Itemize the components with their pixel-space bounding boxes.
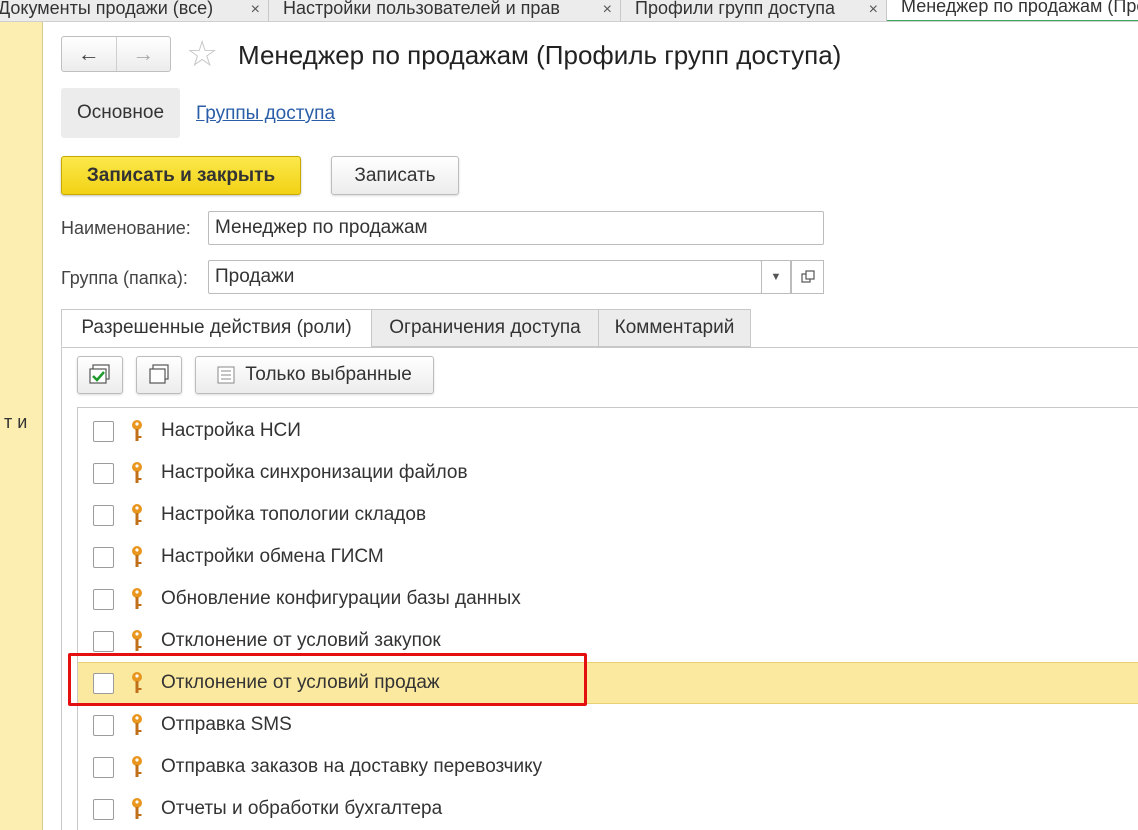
page-title: Менеджер по продажам (Профиль групп дост… [238,40,842,70]
name-label: Наименование: [61,218,191,238]
group-input[interactable]: Продажи [208,260,762,294]
tab-border [61,347,62,830]
dropdown-arrow-icon[interactable]: ▼ [761,260,791,294]
list-item[interactable]: Отправка заказов на доставку перевозчику [78,746,1138,788]
role-label: Настройка НСИ [161,420,301,441]
favorite-star-icon[interactable]: ☆ [186,34,218,74]
only-selected-button[interactable]: Только выбранные [195,356,434,394]
check-all-button[interactable] [77,356,123,394]
window-tabs-bar: Документы продажи (все) × Настройки поль… [0,0,1138,22]
list-item[interactable]: Настройка НСИ [78,410,1138,452]
tab-label: Профили групп доступа [635,0,835,18]
role-key-icon [132,504,142,525]
list-item[interactable]: Отчеты и обработки бухгалтера [78,788,1138,830]
role-key-icon [132,546,142,567]
role-label: Настройка синхронизации файлов [161,462,468,483]
tab-user-settings[interactable]: Настройки пользователей и прав × [269,0,621,21]
list-item[interactable]: Обновление конфигурации базы данных [78,578,1138,620]
uncheck-all-icon [149,364,169,384]
list-item[interactable]: Настройка синхронизации файлов [78,452,1138,494]
tab-comment[interactable]: Комментарий [598,309,751,347]
group-label: Группа (папка): [61,268,188,288]
list-item[interactable]: Отправка SMS [78,704,1138,746]
left-panel: т и [0,22,43,830]
name-input[interactable]: Менеджер по продажам [208,211,824,245]
role-checkbox[interactable] [93,630,114,652]
role-key-icon [132,462,142,483]
save-button[interactable]: Записать [331,156,459,195]
role-key-icon [132,420,142,441]
tab-sales-documents[interactable]: Документы продажи (все) × [0,0,269,21]
navigation-buttons: ← → [61,36,171,72]
close-icon[interactable]: × [603,1,612,19]
list-icon [217,366,235,384]
role-label: Отправка заказов на доставку перевозчику [161,756,543,777]
tab-label: Настройки пользователей и прав [283,0,560,18]
role-key-icon [132,588,142,609]
tab-label: Документы продажи (все) [0,0,214,18]
forward-button[interactable]: → [115,37,171,71]
back-button[interactable]: ← [62,37,116,71]
list-item[interactable]: Отклонение от условий закупок [78,620,1138,662]
role-key-icon [132,714,142,735]
list-item[interactable]: Настройки обмена ГИСМ [78,536,1138,578]
role-checkbox[interactable] [93,756,114,778]
role-label: Обновление конфигурации базы данных [161,588,521,609]
role-checkbox[interactable] [93,672,114,694]
role-checkbox[interactable] [93,504,114,526]
uncheck-all-button[interactable] [136,356,182,394]
name-value: Менеджер по продажам [215,217,428,238]
group-value: Продажи [215,266,295,287]
role-checkbox[interactable] [93,420,114,442]
only-selected-label: Только выбранные [245,364,412,385]
tab-access-restrictions[interactable]: Ограничения доступа [371,309,599,347]
check-all-icon [89,364,110,384]
role-checkbox[interactable] [93,546,114,568]
role-label: Отчеты и обработки бухгалтера [161,798,443,819]
tab-access-profiles[interactable]: Профили групп доступа × [621,0,887,21]
list-item-selected[interactable]: Отклонение от условий продаж [78,662,1138,704]
list-item[interactable]: Настройка топологии складов [78,494,1138,536]
access-groups-link[interactable]: Группы доступа [196,103,335,125]
close-icon[interactable]: × [869,1,878,19]
open-icon[interactable] [791,260,824,294]
left-panel-text: т и [4,412,28,432]
close-icon[interactable]: × [251,1,260,19]
role-key-icon [132,630,142,651]
role-key-icon [132,756,142,777]
tab-divider [61,347,1138,348]
role-label: Отклонение от условий закупок [161,630,441,651]
role-key-icon [132,672,142,693]
role-label: Настройка топологии складов [161,504,427,525]
role-label: Настройки обмена ГИСМ [161,546,384,567]
role-checkbox[interactable] [93,588,114,610]
role-checkbox[interactable] [93,714,114,736]
tab-sales-manager[interactable]: Менеджер по продажам (Профиль групп дост… [887,0,1138,21]
role-checkbox[interactable] [93,462,114,484]
role-label: Отправка SMS [161,714,292,735]
tab-label: Менеджер по продажам (Профиль групп дост… [901,0,1138,16]
role-checkbox[interactable] [93,798,114,820]
save-and-close-button[interactable]: Записать и закрыть [61,156,301,195]
section-main[interactable]: Основное [61,88,180,138]
role-key-icon [132,798,142,819]
role-label: Отклонение от условий продаж [161,672,440,693]
roles-list: Настройка НСИ Настройка синхронизации фа… [77,407,1138,830]
tab-allowed-actions[interactable]: Разрешенные действия (роли) [61,309,372,347]
